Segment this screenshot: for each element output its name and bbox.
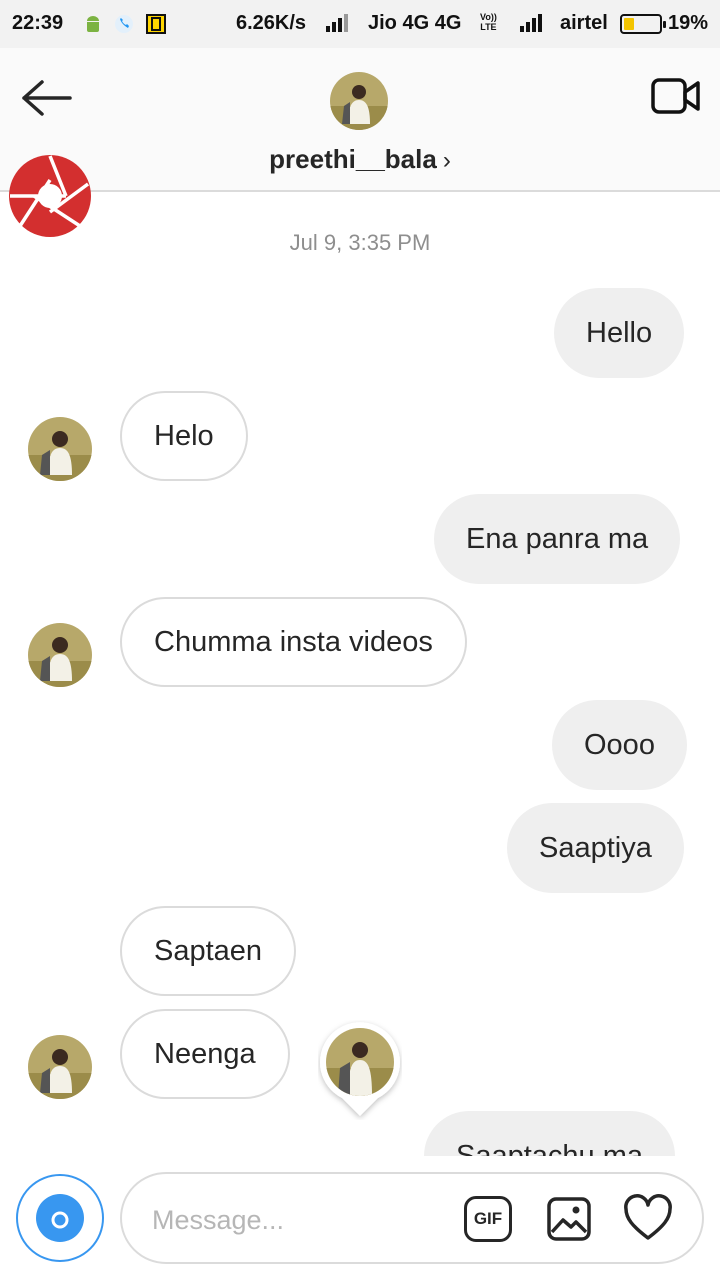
status-bar: 22:39 6.26K/s Jio 4G 4G Vo)) LTE airtel 1…	[0, 0, 720, 48]
message-bubble-sent[interactable]: Hello	[554, 288, 685, 378]
status-time: 22:39	[12, 12, 64, 34]
gif-button[interactable]: GIF	[464, 1196, 512, 1242]
shutter-logo-icon	[8, 154, 92, 238]
message-bubble-received[interactable]: Helo	[120, 391, 248, 481]
conversation-timestamp: Jul 9, 3:35 PM	[289, 230, 431, 255]
volte-icon: Vo)) LTE	[480, 12, 497, 32]
message-list-clip: Saaptachu ma	[0, 1110, 720, 1156]
video-camera-icon	[651, 78, 700, 114]
gallery-button[interactable]	[546, 1196, 592, 1242]
camera-button[interactable]	[16, 1174, 104, 1262]
message-bubble-sent[interactable]: Saaptiya	[507, 803, 684, 893]
sender-avatar[interactable]	[28, 417, 92, 481]
message-bubble-sent[interactable]: Saaptachu ma	[424, 1111, 676, 1156]
video-call-button[interactable]	[650, 74, 702, 118]
sender-avatar[interactable]	[28, 623, 92, 687]
message-bubble-sent[interactable]: Ena panra ma	[434, 494, 681, 584]
image-icon	[547, 1197, 591, 1241]
carrier-jio: Jio 4G 4G	[368, 12, 462, 34]
carrier-airtel: airtel	[560, 12, 608, 34]
message-bubble-received[interactable]: Saptaen	[120, 906, 297, 996]
message-bubble-received[interactable]: Neenga	[120, 1009, 290, 1099]
message-input[interactable]	[152, 1202, 452, 1238]
heart-icon	[624, 1194, 672, 1240]
signal-icon	[326, 14, 348, 32]
header-username-button[interactable]: preethi__bala ›	[0, 144, 720, 175]
vibrate-icon	[146, 14, 166, 40]
battery-percent: 19%	[668, 12, 709, 34]
chat-header: preethi__bala ›	[0, 48, 720, 192]
username: preethi__bala	[269, 144, 437, 174]
android-icon	[84, 14, 102, 40]
message-bubble-received[interactable]: Chumma insta videos	[120, 597, 467, 687]
header-avatar[interactable]	[330, 72, 388, 130]
network-speed: 6.26K/s	[236, 12, 307, 34]
signal-icon	[520, 14, 542, 32]
message-bubble-sent[interactable]: Oooo	[552, 700, 687, 790]
camera-icon	[45, 1206, 75, 1231]
message-composer: GIF	[120, 1172, 704, 1264]
like-button[interactable]	[622, 1194, 674, 1244]
back-arrow-icon	[22, 80, 72, 116]
battery-icon	[620, 14, 666, 34]
chevron-right-icon: ›	[442, 147, 451, 174]
seen-indicator-avatar	[318, 1020, 402, 1120]
phone-call-icon	[114, 14, 134, 40]
back-button[interactable]	[20, 76, 76, 120]
sender-avatar[interactable]	[28, 1035, 92, 1099]
